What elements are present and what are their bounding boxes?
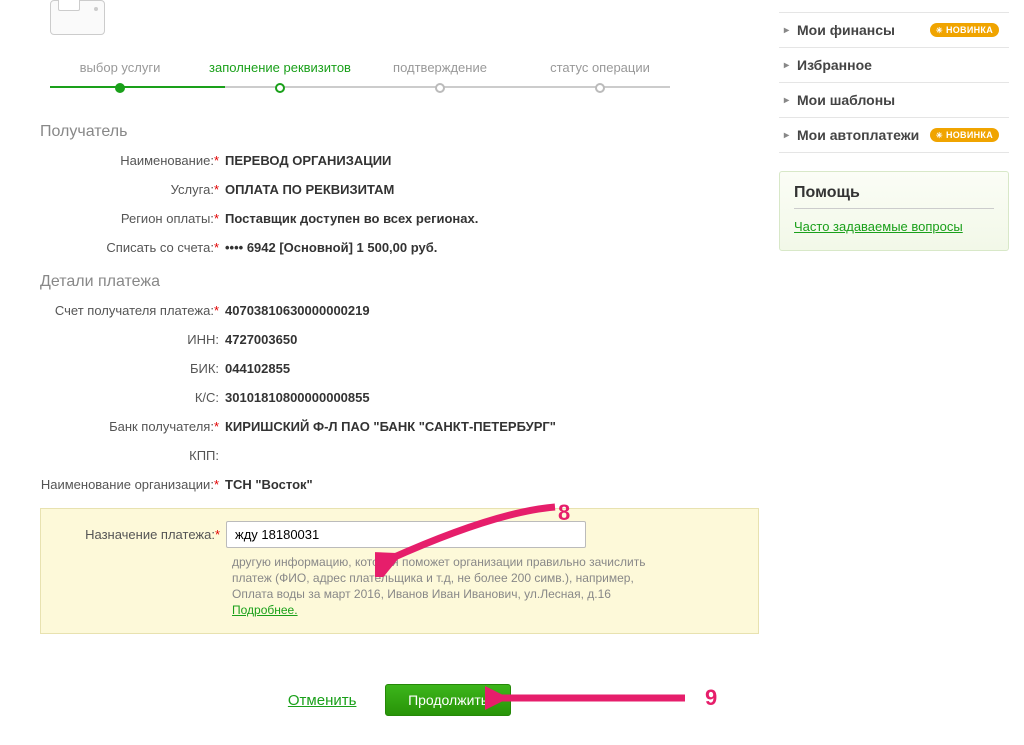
row-org: Наименование организации:* ТСН "Восток" [40,477,759,494]
faq-link[interactable]: Часто задаваемые вопросы [794,219,963,234]
step-label: подтверждение [393,60,487,75]
recipient-acc-label: Счет получателя платежа: [55,303,214,318]
annotation-number-9: 9 [705,685,717,711]
row-service: Услуга:* ОПЛАТА ПО РЕКВИЗИТАМ [40,182,759,197]
purpose-input[interactable] [226,521,586,548]
annotation-number-8: 8 [558,500,570,526]
new-badge: НОВИНКА [930,128,999,142]
account-label: Списать со счета: [106,240,214,255]
org-value: ТСН "Восток" [225,477,759,492]
step-2: заполнение реквизитов [200,60,360,93]
card-icon [50,0,105,35]
inn-label: ИНН: [187,332,219,347]
sidebar-item-label: Мои автоплатежи [797,127,919,143]
service-value: ОПЛАТА ПО РЕКВИЗИТАМ [225,182,759,197]
section-details-title: Детали платежа [40,273,759,291]
ks-label: К/С: [195,390,219,405]
row-account: Списать со счета:* •••• 6942 [Основной] … [40,240,759,255]
bank-value: КИРИШСКИЙ Ф-Л ПАО "БАНК "САНКТ-ПЕТЕРБУРГ… [225,419,759,434]
help-box: Помощь Часто задаваемые вопросы [779,171,1009,251]
service-label: Услуга: [171,182,214,197]
step-label: статус операции [550,60,650,75]
step-label: выбор услуги [80,60,161,75]
row-name: Наименование:* ПЕРЕВОД ОРГАНИЗАЦИИ [40,153,759,168]
side-menu: Мои финансы НОВИНКА Избранное Мои шаблон… [779,12,1009,153]
row-ks: К/С: 30101810800000000855 [40,390,759,405]
row-bank: Банк получателя:* КИРИШСКИЙ Ф-Л ПАО "БАН… [40,419,759,434]
name-value: ПЕРЕВОД ОРГАНИЗАЦИИ [225,153,759,168]
sidebar-item-autopay[interactable]: Мои автоплатежи НОВИНКА [779,118,1009,153]
row-recipient-acc: Счет получателя платежа:* 40703810630000… [40,303,759,318]
bank-label: Банк получателя: [109,419,214,434]
name-label: Наименование: [120,153,214,168]
new-badge: НОВИНКА [930,23,999,37]
org-label: Наименование организации: [41,477,214,492]
sidebar-item-label: Мои шаблоны [797,92,895,108]
purpose-more-link[interactable]: Подробнее. [232,603,298,617]
inn-value: 4727003650 [225,332,759,347]
sidebar-item-finances[interactable]: Мои финансы НОВИНКА [779,13,1009,48]
row-region: Регион оплаты:* Поставщик доступен во вс… [40,211,759,226]
ks-value: 30101810800000000855 [225,390,759,405]
step-1: выбор услуги [40,60,200,93]
row-kpp: КПП: [40,448,759,463]
purpose-hint: другую информацию, которая поможет орган… [232,554,672,619]
purpose-block: Назначение платежа:* другую информацию, … [40,508,759,634]
purpose-label: Назначение платежа: [85,527,215,542]
sidebar-item-favorites[interactable]: Избранное [779,48,1009,83]
sidebar-item-templates[interactable]: Мои шаблоны [779,83,1009,118]
region-value: Поставщик доступен во всех регионах. [225,211,759,226]
section-recipient-title: Получатель [40,123,759,141]
step-4: статус операции [520,60,680,93]
cancel-link[interactable]: Отменить [288,692,357,709]
kpp-label: КПП: [189,448,219,463]
progress-steps: выбор услуги заполнение реквизитов подтв… [40,60,680,93]
actions: Отменить Продолжить [40,684,759,716]
bik-value: 044102855 [225,361,759,376]
row-bik: БИК: 044102855 [40,361,759,376]
continue-button[interactable]: Продолжить [385,684,511,716]
recipient-acc-value: 40703810630000000219 [225,303,759,318]
region-label: Регион оплаты: [121,211,214,226]
step-3: подтверждение [360,60,520,93]
bik-label: БИК: [190,361,219,376]
help-title: Помощь [794,184,994,209]
step-label: заполнение реквизитов [209,60,351,75]
row-inn: ИНН: 4727003650 [40,332,759,347]
account-value: •••• 6942 [Основной] 1 500,00 руб. [225,240,759,255]
sidebar-item-label: Мои финансы [797,22,895,38]
sidebar-item-label: Избранное [797,57,872,73]
